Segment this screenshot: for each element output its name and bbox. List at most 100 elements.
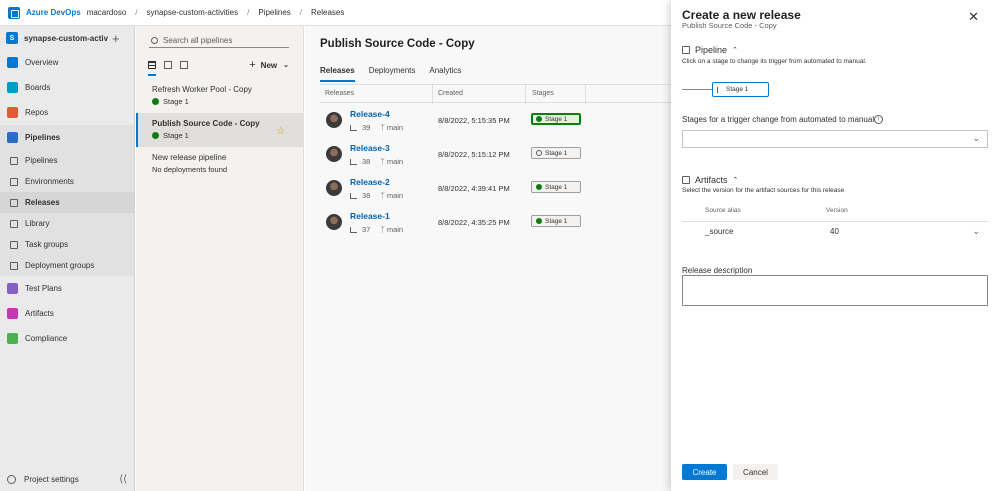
brand-link[interactable]: Azure DevOps [26,8,81,17]
release-link[interactable]: Release-2 [350,177,390,187]
info-icon[interactable]: i [874,115,883,124]
stage-badge[interactable]: Stage 1 [531,181,581,193]
branch-icon: ᛉ [380,191,385,200]
search-input[interactable]: Search all pipelines [149,34,289,48]
chevron-up-icon: ⌃ [732,177,739,184]
release-meta: 37 ᛉ main [350,225,403,234]
breadcrumb-project[interactable]: synapse-custom-activities [147,8,239,17]
success-icon [536,116,542,122]
nav-repos[interactable]: Repos [0,100,134,125]
stage-node[interactable]: Stage 1 [712,82,769,97]
breadcrumb-org[interactable]: macardoso [87,8,127,17]
nav-sub-environments[interactable]: Environments [0,171,134,192]
overview-icon [7,57,18,68]
list-view-icon[interactable] [148,61,156,69]
release-description-label: Release description [682,266,753,275]
nav-sub-deployment-groups[interactable]: Deployment groups [0,255,134,276]
stage-badge[interactable]: Stage 1 [531,113,581,125]
nav-label: Compliance [25,334,68,343]
boards-icon [7,82,18,93]
collapse-nav-icon[interactable]: ⟨⟨ [119,474,127,485]
release-created: 8/8/2022, 4:35:25 PM [438,218,510,227]
tab-deployments[interactable]: Deployments [369,66,416,82]
table-row[interactable]: Release-3 38 ᛉ main 8/8/2022, 5:15:12 PM S… [320,137,671,171]
column-divider [432,85,433,104]
stage-badge[interactable]: Stage 1 [531,147,581,159]
pipeline-name: Refresh Worker Pool - Copy [152,85,252,94]
release-meta: 39 ᛉ main [350,123,403,132]
nav-artifacts[interactable]: Artifacts [0,301,134,326]
release-link[interactable]: Release-3 [350,143,390,153]
folder-view-icon[interactable] [164,61,172,69]
table-row[interactable]: Release-1 37 ᛉ main 8/8/2022, 4:35:25 PM S… [320,205,671,239]
artifacts-section-toggle[interactable]: Artifacts ⌃ [682,175,738,185]
create-release-panel: Create a new release Publish Source Code… [671,0,999,491]
avatar [326,214,342,230]
nav-boards[interactable]: Boards [0,75,134,100]
nav-overview[interactable]: Overview [0,50,134,75]
avatar [326,146,342,162]
nav-test-plans[interactable]: Test Plans [0,276,134,301]
stage-label: Stage 1 [545,217,568,225]
branch-icon: ᛉ [380,123,385,132]
success-icon [536,218,542,224]
favorite-star-icon[interactable]: ☆ [276,126,285,137]
release-description-input[interactable] [682,275,988,306]
pipeline-icon [682,46,690,54]
stages-trigger-select[interactable]: ⌄ [682,130,988,148]
column-source-alias: Source alias [705,207,741,214]
stage-badge[interactable]: Stage 1 [531,215,581,227]
branch-name: main [386,225,404,234]
project-header[interactable]: S synapse-custom-activities + [0,26,134,50]
pipeline-section-toggle[interactable]: Pipeline ⌃ [682,45,738,55]
pipeline-item[interactable]: New release pipeline No deployments foun… [136,147,303,181]
stage-label: Stage 1 [545,115,568,123]
nav-compliance[interactable]: Compliance [0,326,134,351]
azure-devops-logo-icon[interactable] [8,6,20,19]
pipeline-item-selected[interactable]: Publish Source Code - Copy Stage 1 ☆ [136,113,303,147]
release-created: 8/8/2022, 4:39:41 PM [438,184,510,193]
column-version: Version [826,207,848,214]
artifact-version-select[interactable]: 40 [830,227,839,236]
create-button[interactable]: Create [682,464,727,480]
branch-name: main [386,191,404,200]
pipeline-list-toolbar: + New ⌄ [136,57,303,76]
nav-sub-task-groups[interactable]: Task groups [0,234,134,255]
nav-label: Deployment groups [25,261,95,270]
release-link[interactable]: Release-4 [350,109,390,119]
tab-releases[interactable]: Releases [320,66,355,82]
nav-label: Task groups [25,240,69,249]
chevron-down-icon: ⌄ [972,133,980,143]
release-link[interactable]: Release-1 [350,211,390,221]
not-deployed-icon [536,150,542,156]
column-releases: Releases [325,90,355,97]
nav-sub-library[interactable]: Library [0,213,134,234]
tab-analytics[interactable]: Analytics [429,66,461,82]
chevron-down-icon[interactable]: ⌄ [972,226,980,237]
nav-label: Pipelines [25,133,61,142]
release-created: 8/8/2022, 5:15:35 PM [438,116,510,125]
deployment-groups-icon [10,261,18,270]
close-icon[interactable]: ✕ [968,10,979,23]
pipeline-item[interactable]: Refresh Worker Pool - Copy Stage 1 [136,79,303,113]
stage-node-label: Stage 1 [726,86,749,93]
main-content: Publish Source Code - Copy Releases Depl… [305,26,671,491]
nav-pipelines[interactable]: Pipelines [0,125,134,150]
breadcrumb-page[interactable]: Releases [311,8,344,17]
cancel-button[interactable]: Cancel [733,464,778,480]
project-settings[interactable]: Project settings ⟨⟨ [0,467,135,491]
add-icon[interactable]: + [112,32,120,45]
pipeline-status: Stage 1 [152,97,303,106]
table-row[interactable]: Release-4 39 ᛉ main 8/8/2022, 5:15:35 PM S… [320,103,671,137]
delete-icon[interactable] [180,61,188,69]
column-stages: Stages [532,90,554,97]
success-icon [152,132,159,139]
new-button[interactable]: + New ⌄ [249,59,289,71]
project-name[interactable]: synapse-custom-activities [24,34,108,43]
artifact-source-alias: _source [705,227,734,236]
table-row[interactable]: Release-2 38 ᛉ main 8/8/2022, 4:39:41 PM S… [320,171,671,205]
breadcrumb-section[interactable]: Pipelines [258,8,290,17]
artifacts-icon [7,308,18,319]
nav-sub-releases[interactable]: Releases [0,192,134,213]
nav-sub-pipelines[interactable]: Pipelines [0,150,134,171]
